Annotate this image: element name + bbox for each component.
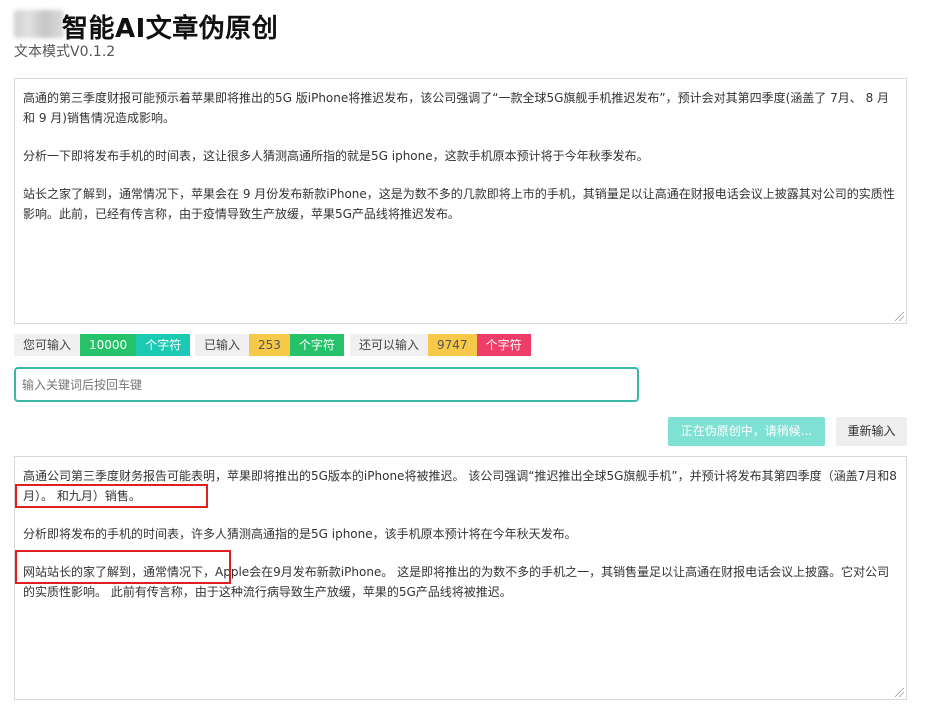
source-paragraph: 分析一下即将发布手机的时间表，这让很多人猜测高通所指的就是5G iphone，这…	[23, 149, 649, 163]
remaining-chars-counter: 还可以输入 9747 个字符	[350, 334, 531, 356]
allowed-chars-counter: 您可输入 10000 个字符	[14, 334, 191, 356]
red-highlight-box	[15, 550, 231, 584]
red-highlight-box	[15, 484, 208, 508]
entered-unit: 个字符	[289, 334, 344, 356]
keyword-input[interactable]	[14, 367, 639, 402]
allowed-label: 您可输入	[14, 334, 81, 356]
blurred-logo	[14, 10, 64, 38]
reset-button[interactable]: 重新输入	[836, 417, 907, 446]
page-title: 智能AI文章伪原创	[62, 14, 279, 44]
source-text-area[interactable]: 高通的第三季度财报可能预示着苹果即将推出的5G 版iPhone将推迟发布，该公司…	[14, 78, 907, 324]
output-paragraph: 分析即将发布的手机的时间表，许多人猜测高通指的是5G iphone，该手机原本预…	[23, 527, 577, 541]
allowed-unit: 个字符	[136, 334, 191, 356]
remaining-unit: 个字符	[476, 334, 531, 356]
remaining-value: 9747	[428, 334, 477, 356]
source-paragraph: 高通的第三季度财报可能预示着苹果即将推出的5G 版iPhone将推迟发布，该公司…	[23, 91, 890, 125]
resize-handle-icon[interactable]	[895, 688, 904, 697]
entered-chars-counter: 已输入 253 个字符	[195, 334, 344, 356]
remaining-label: 还可以输入	[350, 334, 429, 356]
allowed-value: 10000	[80, 334, 137, 356]
source-paragraph: 站长之家了解到，通常情况下，苹果会在 9 月份发布新款iPhone，这是为数不多…	[23, 187, 895, 221]
version-label: 文本模式V0.1.2	[14, 44, 116, 60]
processing-button[interactable]: 正在伪原创中，请稍候...	[668, 417, 825, 446]
resize-handle-icon[interactable]	[895, 312, 904, 321]
entered-value: 253	[249, 334, 290, 356]
entered-label: 已输入	[195, 334, 250, 356]
